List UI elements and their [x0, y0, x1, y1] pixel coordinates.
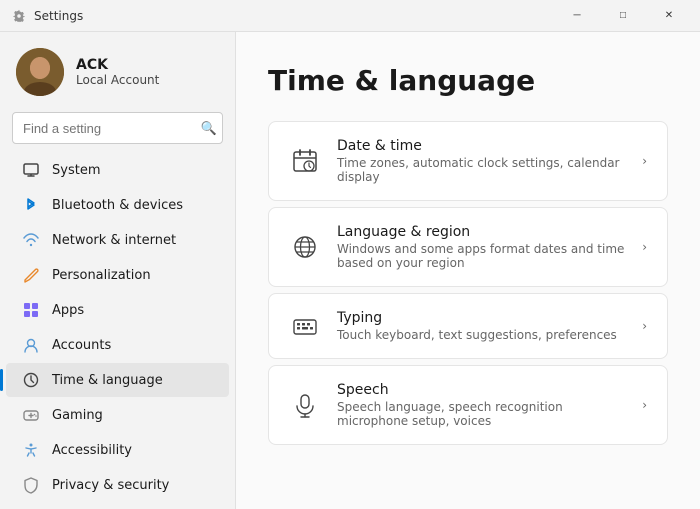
sidebar-item-system[interactable]: System: [6, 153, 229, 187]
window-controls: ─ □ ✕: [554, 0, 692, 32]
sidebar-item-network[interactable]: Network & internet: [6, 223, 229, 257]
system-icon: [22, 161, 40, 179]
bluetooth-icon: [22, 196, 40, 214]
setting-card-typing[interactable]: Typing Touch keyboard, text suggestions,…: [268, 293, 668, 359]
sidebar-item-apps-label: Apps: [52, 303, 84, 318]
search-box: 🔍: [12, 112, 223, 144]
title-bar-title: Settings: [34, 9, 83, 23]
personalization-icon: [22, 266, 40, 284]
title-bar: Settings ─ □ ✕: [0, 0, 700, 32]
typing-icon: [289, 310, 321, 342]
speech-desc: Speech language, speech recognition micr…: [337, 400, 634, 428]
user-name: ACK: [76, 57, 159, 73]
language-region-chevron: ›: [642, 240, 647, 254]
typing-title: Typing: [337, 310, 634, 326]
sidebar-item-system-label: System: [52, 163, 100, 178]
sidebar-item-bluetooth[interactable]: Bluetooth & devices: [6, 188, 229, 222]
typing-desc: Touch keyboard, text suggestions, prefer…: [337, 328, 634, 342]
sidebar-item-apps[interactable]: Apps: [6, 293, 229, 327]
setting-card-date-time[interactable]: Date & time Time zones, automatic clock …: [268, 121, 668, 201]
sidebar-item-bluetooth-label: Bluetooth & devices: [52, 198, 183, 213]
sidebar-item-network-label: Network & internet: [52, 233, 176, 248]
privacy-icon: [22, 476, 40, 494]
search-input[interactable]: [12, 112, 223, 144]
date-time-title: Date & time: [337, 138, 634, 154]
typing-chevron: ›: [642, 319, 647, 333]
page-title: Time & language: [268, 64, 668, 97]
speech-title: Speech: [337, 382, 634, 398]
sidebar-item-personalization-label: Personalization: [52, 268, 151, 283]
accounts-icon: [22, 336, 40, 354]
date-time-chevron: ›: [642, 154, 647, 168]
language-region-text: Language & region Windows and some apps …: [337, 224, 634, 270]
sidebar-item-accessibility-label: Accessibility: [52, 443, 132, 458]
language-region-title: Language & region: [337, 224, 634, 240]
title-bar-left: Settings: [12, 9, 83, 23]
gaming-icon: [22, 406, 40, 424]
sidebar-item-accounts-label: Accounts: [52, 338, 111, 353]
sidebar-item-time-language[interactable]: Time & language: [6, 363, 229, 397]
close-button[interactable]: ✕: [646, 0, 692, 32]
sidebar-item-personalization[interactable]: Personalization: [6, 258, 229, 292]
app-container: ACK Local Account 🔍 System: [0, 32, 700, 509]
speech-icon: [289, 389, 321, 421]
user-account-type: Local Account: [76, 73, 159, 87]
settings-app-icon: [12, 9, 26, 23]
user-info: ACK Local Account: [76, 57, 159, 87]
sidebar-item-gaming[interactable]: Gaming: [6, 398, 229, 432]
language-region-icon: [289, 231, 321, 263]
time-language-icon: [22, 371, 40, 389]
date-time-text: Date & time Time zones, automatic clock …: [337, 138, 634, 184]
maximize-button[interactable]: □: [600, 0, 646, 32]
sidebar-item-privacy-label: Privacy & security: [52, 478, 169, 493]
sidebar: ACK Local Account 🔍 System: [0, 32, 235, 509]
sidebar-item-privacy[interactable]: Privacy & security: [6, 468, 229, 502]
typing-text: Typing Touch keyboard, text suggestions,…: [337, 310, 634, 342]
setting-card-language-region[interactable]: Language & region Windows and some apps …: [268, 207, 668, 287]
speech-chevron: ›: [642, 398, 647, 412]
language-region-desc: Windows and some apps format dates and t…: [337, 242, 634, 270]
avatar: [16, 48, 64, 96]
network-icon: [22, 231, 40, 249]
minimize-button[interactable]: ─: [554, 0, 600, 32]
sidebar-item-time-language-label: Time & language: [52, 373, 163, 388]
date-time-icon: [289, 145, 321, 177]
speech-text: Speech Speech language, speech recogniti…: [337, 382, 634, 428]
sidebar-item-accounts[interactable]: Accounts: [6, 328, 229, 362]
content-area: Time & language Date & time Time zones, …: [235, 32, 700, 509]
sidebar-nav: System Bluetooth & devices: [0, 152, 235, 509]
sidebar-item-gaming-label: Gaming: [52, 408, 103, 423]
date-time-desc: Time zones, automatic clock settings, ca…: [337, 156, 634, 184]
apps-icon: [22, 301, 40, 319]
search-icon[interactable]: 🔍: [201, 122, 217, 135]
sidebar-item-windows-update[interactable]: Windows Update: [6, 503, 229, 509]
sidebar-item-accessibility[interactable]: Accessibility: [6, 433, 229, 467]
setting-card-speech[interactable]: Speech Speech language, speech recogniti…: [268, 365, 668, 445]
user-profile[interactable]: ACK Local Account: [0, 36, 235, 112]
accessibility-icon: [22, 441, 40, 459]
